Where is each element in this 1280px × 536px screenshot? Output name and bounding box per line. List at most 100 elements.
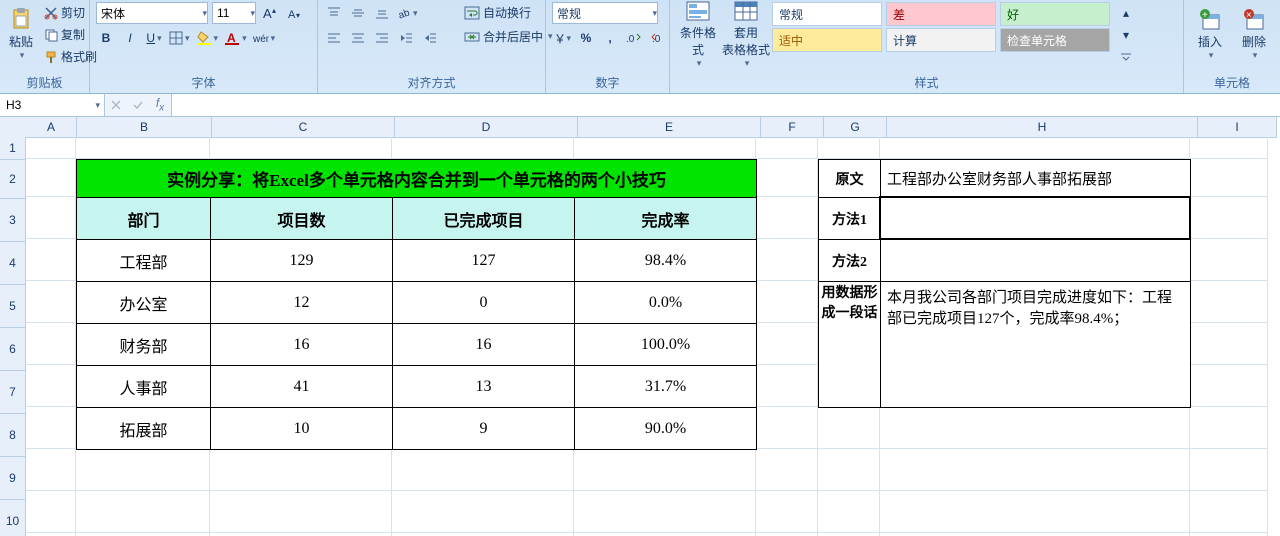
font-size-input[interactable] bbox=[213, 6, 248, 20]
svg-text:×: × bbox=[1246, 10, 1252, 21]
font-size-combo[interactable]: ▾ bbox=[212, 2, 256, 24]
table1-cell[interactable]: 16 bbox=[210, 323, 393, 366]
style-gallery-more[interactable] bbox=[1116, 46, 1136, 68]
table1-cell[interactable]: 办公室 bbox=[76, 281, 211, 324]
align-top-button[interactable] bbox=[324, 2, 344, 24]
row-header-4[interactable]: 4 bbox=[0, 242, 26, 285]
inc-indent-button[interactable] bbox=[420, 27, 440, 49]
paste-button[interactable]: 粘贴 ▾ bbox=[6, 2, 36, 66]
table1-cell[interactable]: 13 bbox=[392, 365, 575, 408]
style-check[interactable]: 检查单元格 bbox=[1000, 28, 1110, 52]
table1-cell[interactable]: 拓展部 bbox=[76, 407, 211, 450]
copy-icon bbox=[44, 28, 58, 42]
align-middle-button[interactable] bbox=[348, 2, 368, 24]
table1-cell[interactable]: 0 bbox=[392, 281, 575, 324]
style-normal[interactable]: 常规 bbox=[772, 2, 882, 26]
row-header-7[interactable]: 7 bbox=[0, 371, 26, 414]
table1-cell[interactable]: 10 bbox=[210, 407, 393, 450]
orientation-button[interactable]: ab▾ bbox=[396, 2, 419, 24]
style-neutral[interactable]: 适中 bbox=[772, 28, 882, 52]
inc-decimal-button[interactable]: .0 bbox=[624, 27, 644, 49]
row-header-10[interactable]: 10 bbox=[0, 500, 26, 536]
col-header-B[interactable]: B bbox=[77, 117, 212, 138]
table1-cell[interactable]: 16 bbox=[392, 323, 575, 366]
style-calc[interactable]: 计算 bbox=[886, 28, 996, 52]
table1-cell[interactable]: 127 bbox=[392, 239, 575, 282]
table1-cell[interactable]: 98.4% bbox=[574, 239, 757, 282]
table1-cell[interactable]: 31.7% bbox=[574, 365, 757, 408]
col-header-E[interactable]: E bbox=[578, 117, 761, 138]
shrink-font-button[interactable]: A▾ bbox=[284, 2, 304, 24]
row-header-9[interactable]: 9 bbox=[0, 457, 26, 500]
row-header-6[interactable]: 6 bbox=[0, 328, 26, 371]
merge-center-button[interactable]: 合并后居中▾ bbox=[460, 26, 557, 47]
grow-font-button[interactable]: A▴ bbox=[260, 2, 280, 24]
table2-value[interactable] bbox=[880, 197, 1191, 240]
col-header-F[interactable]: F bbox=[761, 117, 824, 138]
table1-cell[interactable]: 129 bbox=[210, 239, 393, 282]
format-as-table-button[interactable]: 套用 表格格式▾ bbox=[724, 2, 768, 66]
align-left-button[interactable] bbox=[324, 27, 344, 49]
table1-cell[interactable]: 90.0% bbox=[574, 407, 757, 450]
comma-button[interactable]: , bbox=[600, 27, 620, 49]
table1-cell[interactable]: 12 bbox=[210, 281, 393, 324]
phonetic-button[interactable]: wén▾ bbox=[252, 27, 277, 49]
align-bottom-button[interactable] bbox=[372, 2, 392, 24]
name-box-input[interactable] bbox=[4, 97, 93, 113]
formula-bar[interactable] bbox=[172, 94, 1280, 116]
fill-color-button[interactable]: ▾ bbox=[195, 27, 220, 49]
spreadsheet-grid[interactable]: ABCDEFGHI 1234567891011121314 实例分享：将Exce… bbox=[0, 117, 1280, 536]
table2-value[interactable]: 本月我公司各部门项目完成进度如下：工程部已完成项目127个，完成率98.4%； bbox=[880, 281, 1191, 408]
col-header-I[interactable]: I bbox=[1198, 117, 1277, 138]
row-headers[interactable]: 1234567891011121314 bbox=[0, 137, 26, 536]
row-header-2[interactable]: 2 bbox=[0, 160, 26, 199]
table1-cell[interactable]: 财务部 bbox=[76, 323, 211, 366]
conditional-format-button[interactable]: 条件格式▾ bbox=[676, 2, 720, 66]
font-name-combo[interactable]: ▾ bbox=[96, 2, 208, 24]
italic-button[interactable]: I bbox=[120, 27, 140, 49]
bold-button[interactable]: B bbox=[96, 27, 116, 49]
style-gallery-up[interactable]: ▴ bbox=[1116, 2, 1136, 24]
number-format-combo[interactable]: 常规 ▾ bbox=[552, 2, 658, 24]
row-header-8[interactable]: 8 bbox=[0, 414, 26, 457]
table2-value[interactable]: 工程部办公室财务部人事部拓展部 bbox=[880, 159, 1191, 198]
col-header-G[interactable]: G bbox=[824, 117, 887, 138]
name-box[interactable]: ▾ bbox=[0, 94, 105, 116]
table1-cell[interactable]: 0.0% bbox=[574, 281, 757, 324]
table1-cell[interactable]: 9 bbox=[392, 407, 575, 450]
table1-cell[interactable]: 100.0% bbox=[574, 323, 757, 366]
table1-cell[interactable]: 工程部 bbox=[76, 239, 211, 282]
column-headers[interactable]: ABCDEFGHI bbox=[26, 117, 1277, 137]
col-header-H[interactable]: H bbox=[887, 117, 1198, 138]
align-right-button[interactable] bbox=[372, 27, 392, 49]
border-button[interactable]: ▾ bbox=[168, 27, 191, 49]
select-all-corner[interactable] bbox=[0, 117, 27, 138]
dec-indent-button[interactable] bbox=[396, 27, 416, 49]
insert-function-button[interactable]: fx bbox=[149, 96, 171, 113]
font-name-input[interactable] bbox=[97, 6, 200, 20]
style-good[interactable]: 好 bbox=[1000, 2, 1110, 26]
font-color-button[interactable]: A▾ bbox=[223, 27, 248, 49]
col-header-A[interactable]: A bbox=[26, 117, 77, 138]
confirm-edit-button[interactable] bbox=[127, 99, 149, 111]
cancel-edit-button[interactable] bbox=[105, 99, 127, 111]
style-gallery-down[interactable]: ▾ bbox=[1116, 24, 1136, 46]
align-center-button[interactable] bbox=[348, 27, 368, 49]
col-header-C[interactable]: C bbox=[212, 117, 395, 138]
table2-value[interactable] bbox=[880, 239, 1191, 282]
delete-cells-button[interactable]: × 删除▾ bbox=[1234, 2, 1274, 66]
table1-cell[interactable]: 人事部 bbox=[76, 365, 211, 408]
col-header-D[interactable]: D bbox=[395, 117, 578, 138]
currency-button[interactable]: ￥▾ bbox=[552, 27, 572, 49]
dec-decimal-button[interactable]: .0 bbox=[648, 27, 668, 49]
percent-button[interactable]: % bbox=[576, 27, 596, 49]
style-bad[interactable]: 差 bbox=[886, 2, 996, 26]
insert-cells-button[interactable]: + 插入▾ bbox=[1190, 2, 1230, 66]
copy-label: 复制 bbox=[61, 26, 85, 43]
table1-cell[interactable]: 41 bbox=[210, 365, 393, 408]
underline-button[interactable]: U▾ bbox=[144, 27, 164, 49]
row-header-3[interactable]: 3 bbox=[0, 199, 26, 242]
row-header-1[interactable]: 1 bbox=[0, 137, 26, 160]
wrap-text-button[interactable]: 自动换行 bbox=[460, 2, 557, 23]
row-header-5[interactable]: 5 bbox=[0, 285, 26, 328]
